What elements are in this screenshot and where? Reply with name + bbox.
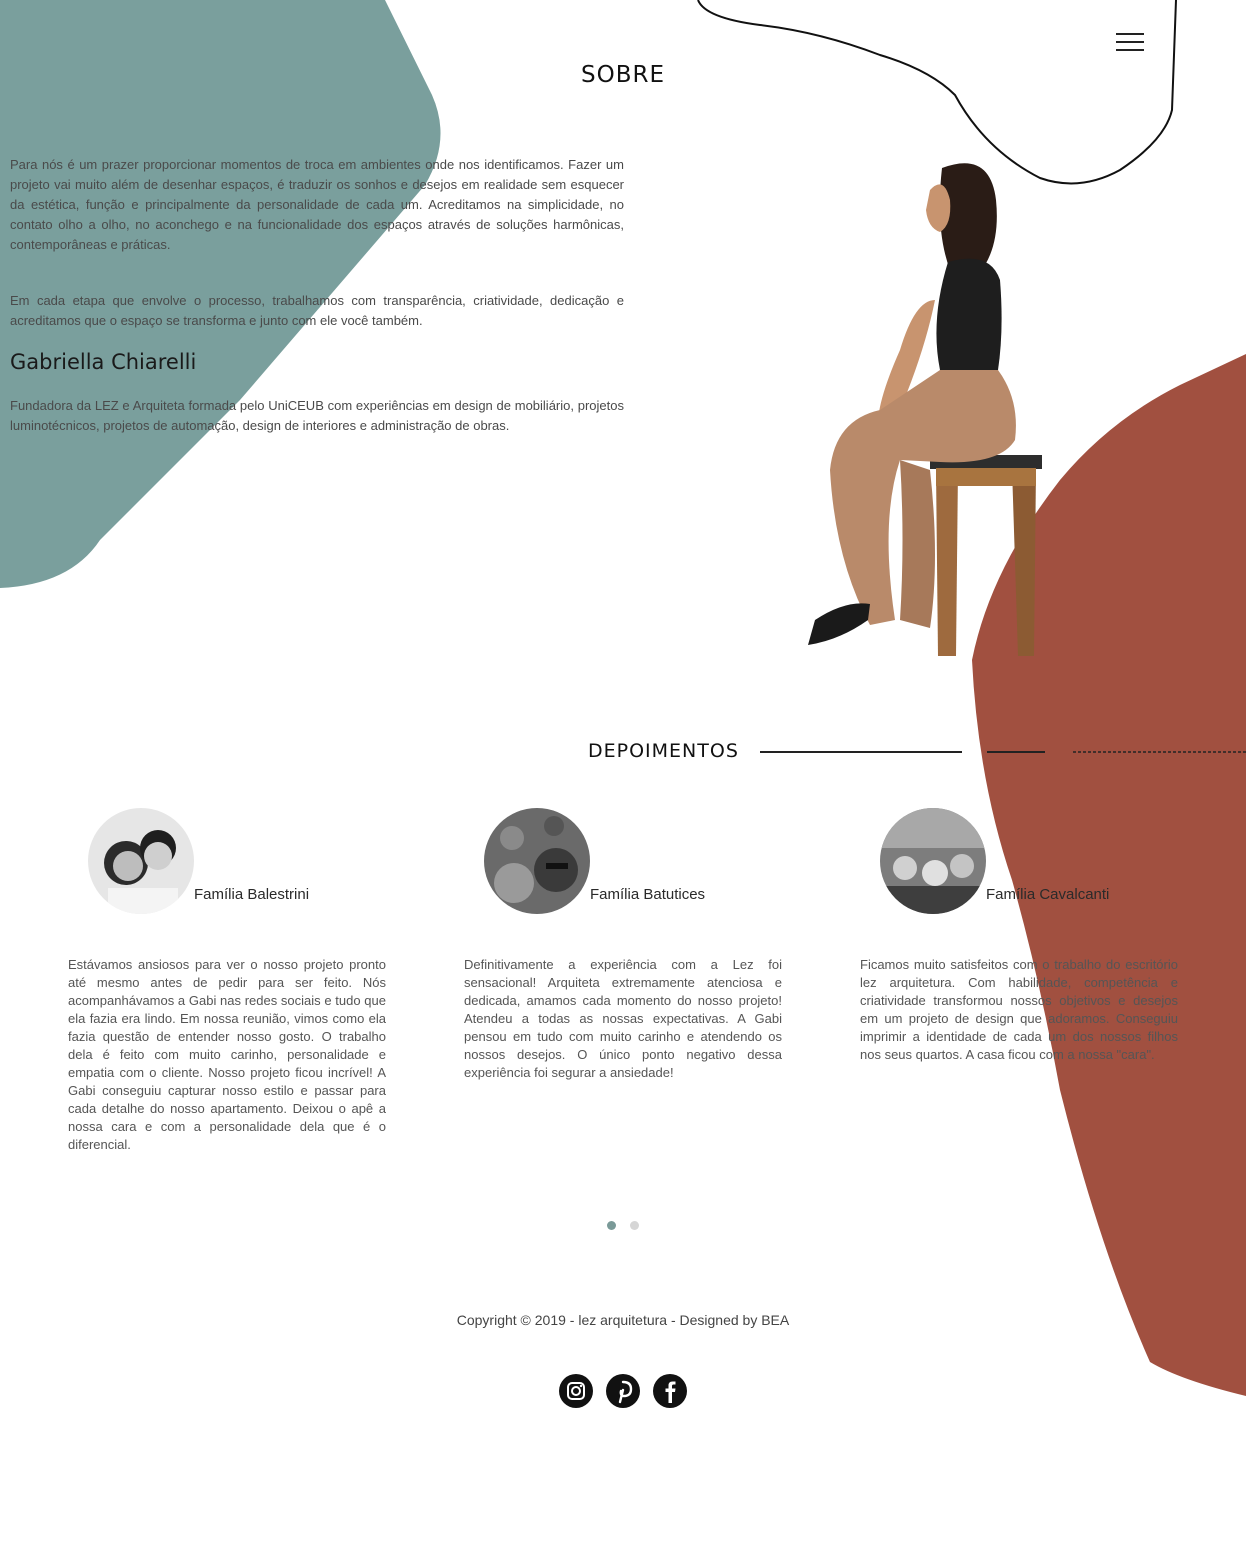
menu-line-2 <box>1116 41 1144 43</box>
testimonial-text-3: Ficamos muito satisfeitos com o trabalho… <box>860 957 1178 1062</box>
founder-name: Gabriella Chiarelli <box>10 350 197 374</box>
about-title: SOBRE <box>581 62 665 88</box>
instagram-icon[interactable] <box>558 1373 594 1409</box>
menu-button[interactable] <box>1112 28 1148 58</box>
menu-line-1 <box>1116 33 1144 35</box>
decorative-line <box>697 0 1177 185</box>
pagination-dot-2[interactable] <box>630 1221 639 1230</box>
pagination-dot-1[interactable] <box>607 1221 616 1230</box>
pinterest-icon[interactable] <box>605 1373 641 1409</box>
about-paragraph-1: Para nós é um prazer proporcionar moment… <box>10 157 624 252</box>
testimonial-text-2: Definitivamente a experiência com a Lez … <box>464 957 782 1080</box>
avatar-cavalcanti <box>880 808 986 914</box>
testimonials-title: DEPOIMENTOS <box>588 740 739 762</box>
testimonial-name-3: Família Cavalcanti <box>986 886 1110 903</box>
founder-bio: Fundadora da LEZ e Arquiteta formada pel… <box>10 398 624 433</box>
testimonial-name-1: Família Balestrini <box>194 886 310 903</box>
avatar-balestrini <box>88 808 194 914</box>
rust-blob-shape <box>972 354 1246 1396</box>
menu-line-3 <box>1116 49 1144 51</box>
copyright-text: Copyright © 2019 - lez arquitetura - Des… <box>456 1312 790 1328</box>
about-paragraph-2: Em cada etapa que envolve o processo, tr… <box>10 293 624 328</box>
testimonial-text-1: Estávamos ansiosos para ver o nosso proj… <box>68 957 386 1152</box>
facebook-icon[interactable] <box>652 1373 688 1409</box>
testimonial-name-2: Família Batutices <box>590 886 706 903</box>
avatar-batutices <box>484 808 590 914</box>
